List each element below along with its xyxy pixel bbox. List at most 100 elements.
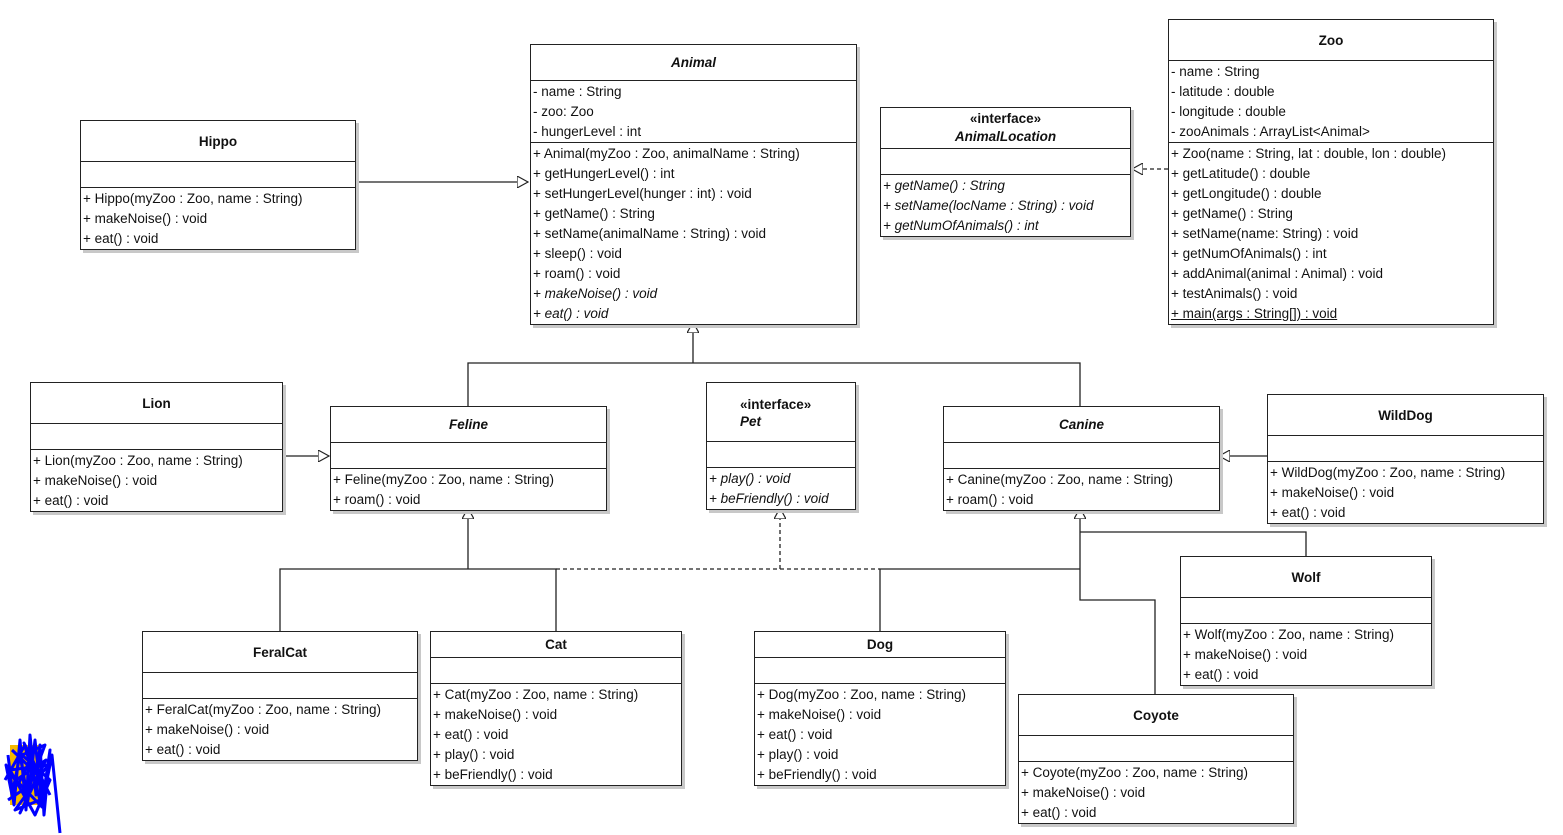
operation: + Wolf(myZoo : Zoo, name : String) [1183, 627, 1394, 642]
class-header: FeralCat [143, 632, 417, 673]
class-canine[interactable]: Canine + Canine(myZoo : Zoo, name : Stri… [943, 406, 1220, 511]
operation: + makeNoise() : void [1270, 485, 1395, 500]
class-header: «interface» AnimalLocation [881, 108, 1130, 149]
operation: + setName(name: String) : void [1171, 226, 1359, 241]
class-header: Feline [331, 407, 606, 443]
class-feline[interactable]: Feline + Feline(myZoo : Zoo, name : Stri… [330, 406, 607, 511]
dog-to-canine-generalization [879, 568, 1080, 631]
operation: + Feline(myZoo : Zoo, name : String) [333, 472, 554, 487]
attribute: - zoo: Zoo [533, 104, 594, 119]
class-lion[interactable]: Lion + Lion(myZoo : Zoo, name : String) … [30, 382, 283, 512]
class-wolf[interactable]: Wolf + Wolf(myZoo : Zoo, name : String) … [1180, 556, 1432, 686]
operation: + makeNoise() : void [757, 707, 882, 722]
stereotype-label: «interface» [740, 396, 812, 412]
operation: + getNumOfAnimals() : int [883, 218, 1039, 233]
class-zoo[interactable]: Zoo - name : String - latitude : double … [1168, 19, 1494, 325]
operation: + testAnimals() : void [1171, 286, 1298, 301]
operations-compartment: + Wolf(myZoo : Zoo, name : String) + mak… [1181, 624, 1431, 685]
class-name: Cat [545, 637, 567, 652]
class-name: Wolf [1291, 569, 1321, 585]
operation: + play() : void [709, 471, 791, 486]
attributes-compartment [755, 658, 1005, 684]
operation: + WildDog(myZoo : Zoo, name : String) [1270, 465, 1506, 480]
attributes-compartment: - name : String - latitude : double - lo… [1169, 61, 1493, 143]
operation: + eat() : void [83, 231, 159, 246]
operation: + makeNoise() : void [145, 722, 270, 737]
operation: + Canine(myZoo : Zoo, name : String) [946, 472, 1173, 487]
operation: + getName() : String [883, 178, 1005, 193]
operation: + makeNoise() : void [33, 473, 158, 488]
class-cat[interactable]: Cat + Cat(myZoo : Zoo, name : String) + … [430, 631, 682, 786]
class-header: Cat [431, 632, 681, 658]
abstract-operation: + eat() : void [533, 306, 609, 321]
class-coyote[interactable]: Coyote + Coyote(myZoo : Zoo, name : Stri… [1018, 694, 1294, 824]
attributes-compartment [81, 162, 355, 188]
operation: + addAnimal(animal : Animal) : void [1171, 266, 1383, 281]
class-name: Pet [740, 413, 762, 429]
operation: + getName() : String [1171, 206, 1293, 221]
class-name: WildDog [1378, 407, 1433, 423]
operations-compartment: + FeralCat(myZoo : Zoo, name : String) +… [143, 699, 417, 760]
attributes-compartment [1268, 436, 1543, 462]
operation: + play() : void [433, 747, 515, 762]
operation: + roam() : void [946, 492, 1034, 507]
operations-compartment: + Feline(myZoo : Zoo, name : String) + r… [331, 469, 606, 510]
operation: + Zoo(name : String, lat : double, lon :… [1171, 146, 1447, 161]
operation: + eat() : void [1021, 805, 1097, 820]
operation: + play() : void [757, 747, 839, 762]
operations-compartment: + getName() : String + setName(locName :… [881, 175, 1130, 236]
attributes-compartment [944, 443, 1219, 469]
operation: + FeralCat(myZoo : Zoo, name : String) [145, 702, 381, 717]
class-header: Lion [31, 383, 282, 424]
class-name: Feline [448, 417, 488, 432]
class-hippo[interactable]: Hippo + Hippo(myZoo : Zoo, name : String… [80, 120, 356, 250]
operation: + Lion(myZoo : Zoo, name : String) [33, 453, 243, 468]
operation: + getName() : String [533, 206, 655, 221]
operation: + roam() : void [333, 492, 421, 507]
operation: + Coyote(myZoo : Zoo, name : String) [1021, 765, 1248, 780]
class-header: Coyote [1019, 695, 1293, 736]
operation: + setHungerLevel(hunger : int) : void [533, 186, 752, 201]
class-name: Zoo [1318, 32, 1344, 48]
class-name: Hippo [198, 133, 238, 149]
class-header: Animal [531, 45, 856, 81]
operation: + makeNoise() : void [1021, 785, 1146, 800]
operations-compartment: + Canine(myZoo : Zoo, name : String) + r… [944, 469, 1219, 510]
operation: + eat() : void [33, 493, 109, 508]
class-header: Hippo [81, 121, 355, 162]
class-dog[interactable]: Dog + Dog(myZoo : Zoo, name : String) + … [754, 631, 1006, 786]
operations-compartment: + Coyote(myZoo : Zoo, name : String) + m… [1019, 762, 1293, 823]
static-operation: + main(args : String[]) : void [1171, 304, 1493, 324]
attributes-compartment [707, 442, 855, 468]
operation: + setName(locName : String) : void [883, 198, 1094, 213]
class-name: AnimalLocation [954, 129, 1057, 144]
operation: + roam() : void [533, 266, 621, 281]
stereotype-label: «interface» [969, 111, 1042, 126]
operations-compartment: + Dog(myZoo : Zoo, name : String) + make… [755, 684, 1005, 785]
operation: + Dog(myZoo : Zoo, name : String) [757, 687, 966, 702]
class-feralcat[interactable]: FeralCat + FeralCat(myZoo : Zoo, name : … [142, 631, 418, 761]
operations-compartment: + Animal(myZoo : Zoo, animalName : Strin… [531, 143, 856, 324]
class-header: «interface» Pet [707, 383, 855, 442]
class-name: FeralCat [252, 644, 308, 660]
interface-animallocation[interactable]: «interface» AnimalLocation + getName() :… [880, 107, 1131, 237]
class-wilddog[interactable]: WildDog + WildDog(myZoo : Zoo, name : St… [1267, 394, 1544, 524]
operation: + getHungerLevel() : int [533, 166, 675, 181]
class-header: Dog [755, 632, 1005, 658]
operation: + makeNoise() : void [83, 211, 208, 226]
attributes-compartment [143, 673, 417, 699]
class-name: Canine [1058, 417, 1104, 432]
operation: + makeNoise() : void [433, 707, 558, 722]
operation: + getLongitude() : double [1171, 186, 1322, 201]
attributes-compartment [331, 443, 606, 469]
class-animal[interactable]: Animal - name : String - zoo: Zoo - hung… [530, 44, 857, 325]
operation: + eat() : void [145, 742, 221, 757]
interface-pet[interactable]: «interface» Pet + play() : void + beFrie… [706, 382, 856, 510]
operation: + getNumOfAnimals() : int [1171, 246, 1327, 261]
scribble-annotation [3, 733, 62, 834]
attribute: - latitude : double [1171, 84, 1275, 99]
operation: + makeNoise() : void [1183, 647, 1308, 662]
attributes-compartment: - name : String - zoo: Zoo - hungerLevel… [531, 81, 856, 143]
attribute: - name : String [1171, 64, 1260, 79]
operation: + eat() : void [433, 727, 509, 742]
